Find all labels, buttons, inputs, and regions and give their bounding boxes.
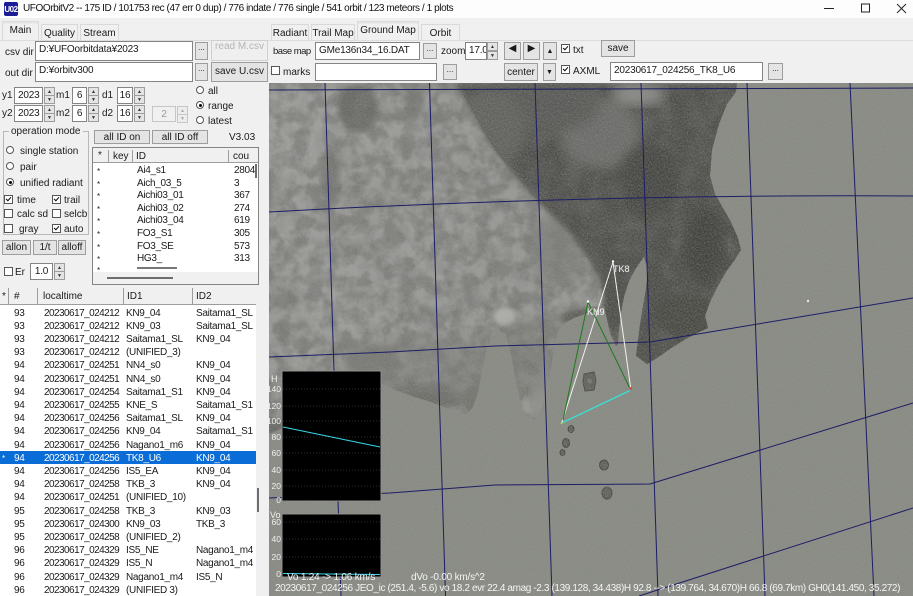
svg-text:140: 140 xyxy=(269,384,281,394)
svg-text:80: 80 xyxy=(272,432,282,442)
svg-text:100: 100 xyxy=(269,416,281,426)
svg-text:0: 0 xyxy=(276,495,281,505)
svg-text:TK8: TK8 xyxy=(613,264,630,274)
svg-text:KN9: KN9 xyxy=(587,307,605,317)
svg-text:60: 60 xyxy=(272,448,282,458)
svg-text:20: 20 xyxy=(272,481,282,491)
svg-text:40: 40 xyxy=(272,534,282,544)
svg-text:dVo -0.00 km/s^2: dVo -0.00 km/s^2 xyxy=(411,572,485,583)
svg-text:Vo 1.24 -> 1.06 km/s: Vo 1.24 -> 1.06 km/s xyxy=(287,572,375,583)
svg-text:60: 60 xyxy=(272,517,282,527)
svg-text:20230617_024256 JEO_ic (251.4,: 20230617_024256 JEO_ic (251.4, -5.6) vo … xyxy=(275,583,900,594)
svg-text:120: 120 xyxy=(269,401,281,411)
svg-text:H: H xyxy=(271,374,278,384)
svg-text:40: 40 xyxy=(272,465,282,475)
svg-text:20: 20 xyxy=(272,552,282,562)
svg-text:0: 0 xyxy=(276,569,281,579)
